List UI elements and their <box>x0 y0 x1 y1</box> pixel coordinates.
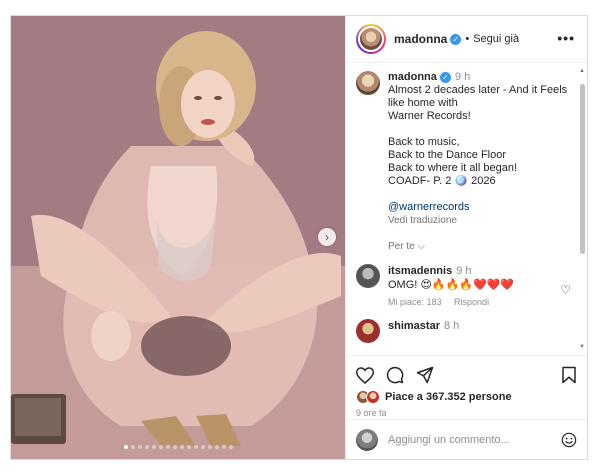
comment-heart-icon[interactable]: ♡ <box>560 283 571 297</box>
more-options-icon[interactable]: ••• <box>557 30 575 46</box>
caption-line: Almost 2 decades later - And it Feels <box>388 84 568 96</box>
post-header: madonna ✓ • Segui già ••• <box>346 16 587 63</box>
photo-illustration <box>11 16 345 459</box>
carousel-dot[interactable] <box>144 445 149 449</box>
comment-icon[interactable] <box>386 366 404 384</box>
current-user-avatar <box>356 428 378 451</box>
caption-line: Back to music, <box>388 136 460 148</box>
carousel-indicator <box>11 445 345 449</box>
post-modal: › madonna ✓ • Segui già ••• madonna ✓ 9 h … <box>10 15 588 460</box>
mention-link[interactable]: @warnerrecords <box>388 201 577 214</box>
commenter-avatar[interactable] <box>356 264 380 288</box>
carousel-dot[interactable] <box>200 445 205 449</box>
next-slide-button[interactable]: › <box>318 228 336 246</box>
carousel-dot[interactable] <box>179 445 184 449</box>
caption-line: COADF- P. 2 🪩 2026 <box>388 175 496 187</box>
carousel-dot[interactable] <box>123 445 128 449</box>
for-you-toggle[interactable]: Per te ⌵ <box>388 241 577 252</box>
caption-line: like home with <box>388 97 458 109</box>
comment-input[interactable]: Aggiungi un commento... <box>388 434 561 446</box>
comment-username[interactable]: shimastar <box>388 320 440 332</box>
bookmark-icon[interactable] <box>561 366 577 384</box>
following-status[interactable]: Segui già <box>473 33 519 45</box>
comment-time: 8 h <box>443 320 460 332</box>
comments-scrollbar[interactable]: ▲ ▼ <box>579 68 585 350</box>
carousel-dot[interactable] <box>207 445 212 449</box>
chevron-down-icon: ⌵ <box>417 241 426 252</box>
caption: madonna ✓ 9 h Almost 2 decades later - And… <box>356 71 577 227</box>
emoji-icon[interactable] <box>561 432 577 448</box>
carousel-dot[interactable] <box>193 445 198 449</box>
reply-button[interactable]: Rispondi <box>454 297 489 307</box>
post-photo[interactable]: › <box>11 16 345 459</box>
carousel-dot[interactable] <box>158 445 163 449</box>
caption-line: Warner Records! <box>388 110 471 122</box>
verified-badge-icon: ✓ <box>439 72 451 83</box>
author-avatar[interactable] <box>356 24 386 54</box>
heart-icon[interactable] <box>356 366 374 384</box>
for-you-label: Per te <box>388 241 415 252</box>
carousel-dot[interactable] <box>186 445 191 449</box>
liker-avatar <box>366 390 380 404</box>
verified-badge-icon: ✓ <box>450 33 462 45</box>
comment-item: shimastar 8 h <box>356 319 577 343</box>
see-translation-link[interactable]: Vedi traduzione <box>388 214 577 227</box>
caption-username[interactable]: madonna <box>388 71 437 83</box>
share-icon[interactable] <box>416 366 434 384</box>
carousel-dot[interactable] <box>214 445 219 449</box>
add-comment-bar: Aggiungi un commento... <box>346 419 587 459</box>
comment-text: OMG! 😍🔥🔥🔥❤️❤️❤️ <box>388 279 515 291</box>
caption-avatar[interactable] <box>356 71 380 95</box>
comment-time: 9 h <box>456 265 472 277</box>
carousel-dot[interactable] <box>172 445 177 449</box>
post-time: 9 ore fa <box>356 408 387 418</box>
likes-count[interactable]: Piace a 367.352 persone <box>385 391 512 403</box>
carousel-dot[interactable] <box>130 445 135 449</box>
carousel-dot[interactable] <box>137 445 142 449</box>
comments-list: madonna ✓ 9 h Almost 2 decades later - And… <box>346 63 587 355</box>
likes-summary[interactable]: Piace a 367.352 persone <box>356 390 577 404</box>
commenter-avatar[interactable] <box>356 319 380 343</box>
post-actions: Piace a 367.352 persone 9 ore fa <box>346 355 587 418</box>
comment-item: itsmadennis 9 h OMG! 😍🔥🔥🔥❤️❤️❤️ Mi piace:… <box>356 264 577 309</box>
caption-line: Back to where it all began! <box>388 162 518 174</box>
post-side-panel: madonna ✓ • Segui già ••• madonna ✓ 9 h Al… <box>345 16 587 459</box>
carousel-dot[interactable] <box>221 445 226 449</box>
scroll-down-icon[interactable]: ▼ <box>579 344 585 350</box>
carousel-dot[interactable] <box>165 445 170 449</box>
carousel-dot[interactable] <box>151 445 156 449</box>
caption-text: Almost 2 decades later - And it Feels lik… <box>388 84 577 188</box>
carousel-dot[interactable] <box>228 445 233 449</box>
comment-username[interactable]: itsmadennis <box>388 265 452 277</box>
caption-line: Back to the Dance Floor <box>388 149 507 161</box>
comment-likes[interactable]: Mi piace: 183 <box>388 297 442 307</box>
caption-time: 9 h <box>454 71 471 83</box>
chevron-right-icon: › <box>325 230 329 244</box>
author-username[interactable]: madonna <box>394 32 447 46</box>
caption-line <box>388 123 577 136</box>
scroll-up-icon[interactable]: ▲ <box>579 68 585 74</box>
